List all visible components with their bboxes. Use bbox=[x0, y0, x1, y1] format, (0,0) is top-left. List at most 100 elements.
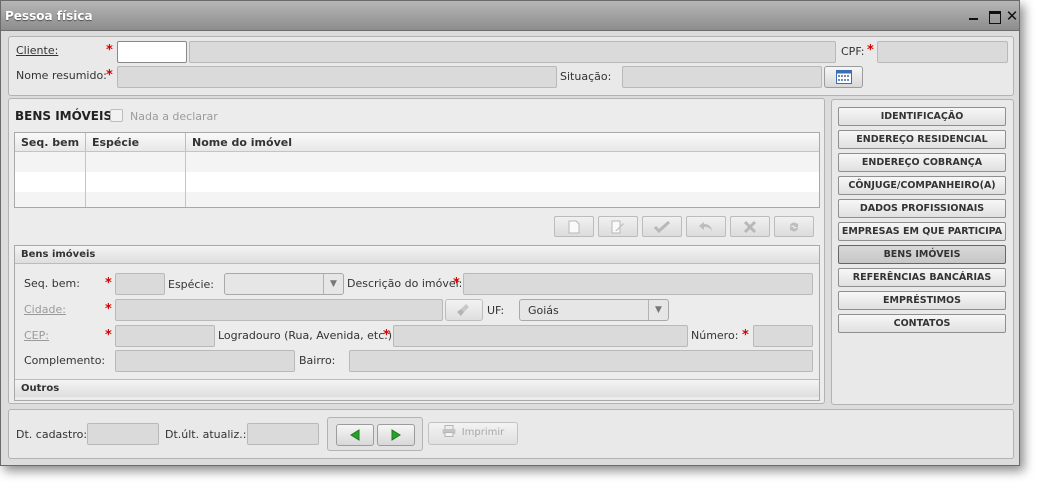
column-header-nome[interactable]: Nome do imóvel bbox=[186, 133, 819, 151]
especie-label: Espécie: bbox=[168, 278, 215, 291]
cidade-field bbox=[115, 299, 443, 321]
uf-label: UF: bbox=[487, 304, 505, 317]
especie-select[interactable]: ▼ bbox=[224, 273, 344, 295]
minimize-icon[interactable] bbox=[967, 9, 981, 23]
side-menu-item-identificacao[interactable]: IDENTIFICAÇÃO bbox=[838, 107, 1006, 126]
seq-label: Seq. bem: bbox=[24, 277, 80, 290]
bairro-field bbox=[349, 350, 813, 372]
dt-atualiz-label: Dt.últ. atualiz.: bbox=[165, 428, 247, 441]
refresh-icon bbox=[790, 222, 798, 232]
table-row[interactable] bbox=[15, 192, 819, 207]
check-icon bbox=[653, 220, 671, 234]
side-menu-item-bens-imoveis[interactable]: BENS IMÓVEIS bbox=[838, 245, 1006, 264]
save-button[interactable] bbox=[642, 216, 682, 237]
next-button[interactable] bbox=[377, 424, 415, 446]
section-header-outros[interactable]: Outros bbox=[15, 379, 819, 397]
calendar-button[interactable] bbox=[824, 66, 863, 88]
cpf-field bbox=[877, 41, 1008, 63]
nome-resumido-field bbox=[117, 66, 557, 88]
undo-icon bbox=[699, 222, 712, 232]
pessoa-fisica-window: Pessoa física ✕ Cliente: * CPF: * Nome r… bbox=[0, 0, 1020, 466]
client-panel: Cliente: * CPF: * Nome resumido: * Situa… bbox=[8, 36, 1014, 96]
side-menu-item-conjuge[interactable]: CÔNJUGE/COMPANHEIRO(A) bbox=[838, 176, 1006, 195]
required-marker: * bbox=[106, 43, 113, 58]
bairro-label: Bairro: bbox=[299, 354, 336, 367]
chevron-down-icon: ▼ bbox=[648, 300, 668, 320]
delete-button[interactable] bbox=[730, 216, 770, 237]
bens-grid: Seq. bem Espécie Nome do imóvel bbox=[14, 132, 820, 208]
seq-bem-field bbox=[115, 273, 165, 295]
title-bar: Pessoa física ✕ bbox=[1, 1, 1019, 31]
imprimir-label: Imprimir bbox=[461, 427, 505, 438]
cep-label[interactable]: CEP: bbox=[24, 329, 49, 342]
prev-button[interactable] bbox=[336, 424, 374, 446]
broom-icon bbox=[457, 304, 469, 316]
grid-header: Seq. bem Espécie Nome do imóvel bbox=[15, 133, 819, 152]
bens-panel: BENS IMÓVEIS Nada a declarar Seq. bem Es… bbox=[8, 98, 825, 404]
table-row[interactable] bbox=[15, 152, 819, 172]
bens-title: BENS IMÓVEIS bbox=[15, 109, 113, 123]
uf-value: Goiás bbox=[528, 304, 559, 317]
bens-detail-form: Bens imóveis Seq. bem: * Espécie: ▼ Desc… bbox=[14, 245, 820, 401]
column-header-seq[interactable]: Seq. bem bbox=[15, 133, 86, 151]
nav-group bbox=[327, 417, 423, 451]
nome-resumido-label: Nome resumido: bbox=[16, 69, 107, 82]
nada-label: Nada a declarar bbox=[130, 110, 218, 123]
side-menu-item-empresas[interactable]: EMPRESAS EM QUE PARTICIPA bbox=[838, 222, 1006, 241]
printer-icon bbox=[442, 425, 456, 437]
edit-icon bbox=[611, 220, 624, 234]
dt-cadastro-field bbox=[87, 423, 159, 445]
required-marker: * bbox=[105, 328, 112, 343]
side-menu-item-endereco-residencial[interactable]: ENDEREÇO RESIDENCIAL bbox=[838, 130, 1006, 149]
cidade-label[interactable]: Cidade: bbox=[24, 303, 66, 316]
required-marker: * bbox=[105, 302, 112, 317]
side-menu-item-dados-profissionais[interactable]: DADOS PROFISSIONAIS bbox=[838, 199, 1006, 218]
table-row[interactable] bbox=[15, 172, 819, 192]
cliente-code-input[interactable] bbox=[117, 41, 187, 63]
required-marker: * bbox=[383, 328, 390, 343]
grid-toolbar bbox=[554, 216, 818, 238]
arrow-left-icon bbox=[350, 429, 360, 441]
situacao-field bbox=[622, 66, 822, 88]
maximize-icon[interactable] bbox=[987, 9, 1001, 24]
column-header-especie[interactable]: Espécie bbox=[86, 133, 186, 151]
required-marker: * bbox=[453, 276, 460, 291]
close-icon[interactable]: ✕ bbox=[1005, 9, 1019, 24]
nada-checkbox[interactable] bbox=[110, 109, 123, 122]
complemento-field bbox=[115, 350, 295, 372]
dt-atualiz-field bbox=[247, 423, 319, 445]
side-menu-item-contatos[interactable]: CONTATOS bbox=[838, 314, 1006, 333]
complemento-label: Complemento: bbox=[24, 354, 106, 367]
side-menu-panel: IDENTIFICAÇÃO ENDEREÇO RESIDENCIAL ENDER… bbox=[831, 99, 1014, 405]
x-icon bbox=[743, 220, 757, 234]
descricao-field bbox=[463, 273, 813, 295]
document-icon bbox=[568, 220, 580, 234]
required-marker: * bbox=[742, 328, 749, 343]
side-menu-item-referencias-bancarias[interactable]: REFERÊNCIAS BANCÁRIAS bbox=[838, 268, 1006, 287]
dt-cadastro-label: Dt. cadastro: bbox=[16, 428, 88, 441]
undo-button[interactable] bbox=[686, 216, 726, 237]
side-menu-item-endereco-cobranca[interactable]: ENDEREÇO COBRANÇA bbox=[838, 153, 1006, 172]
cliente-label[interactable]: Cliente: bbox=[16, 44, 58, 57]
refresh-button[interactable] bbox=[774, 216, 814, 237]
edit-button[interactable] bbox=[598, 216, 638, 237]
descricao-label: Descrição do imóvel: bbox=[347, 277, 463, 290]
cidade-search-button[interactable] bbox=[445, 299, 483, 321]
side-menu-item-emprestimos[interactable]: EMPRÉSTIMOS bbox=[838, 291, 1006, 310]
required-marker: * bbox=[105, 276, 112, 291]
numero-field bbox=[753, 325, 813, 347]
new-button[interactable] bbox=[554, 216, 594, 237]
cliente-name-field bbox=[189, 41, 836, 63]
cpf-label: CPF: bbox=[841, 45, 865, 58]
calendar-icon bbox=[835, 70, 852, 84]
arrow-right-icon bbox=[391, 429, 401, 441]
cep-field bbox=[115, 325, 215, 347]
uf-select[interactable]: Goiás ▼ bbox=[519, 299, 669, 321]
footer-panel: Dt. cadastro: Dt.últ. atualiz.: Imprimir bbox=[8, 409, 1014, 459]
chevron-down-icon: ▼ bbox=[323, 274, 343, 294]
required-marker: * bbox=[867, 43, 874, 58]
required-marker: * bbox=[106, 68, 113, 83]
logradouro-label: Logradouro (Rua, Avenida, etc.): bbox=[218, 329, 396, 342]
logradouro-field bbox=[393, 325, 688, 347]
imprimir-button[interactable]: Imprimir bbox=[428, 422, 518, 445]
